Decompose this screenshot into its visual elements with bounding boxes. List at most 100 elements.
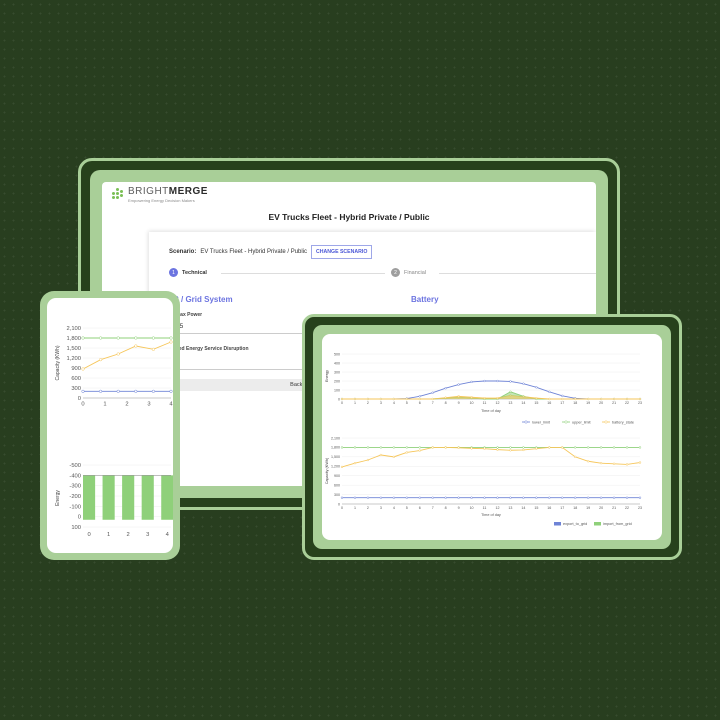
change-scenario-button[interactable]: CHANGE SCENARIO — [311, 245, 373, 259]
data-point — [116, 389, 120, 393]
data-point — [496, 496, 499, 499]
x-tick-label: 8 — [445, 506, 447, 510]
data-point — [431, 446, 434, 449]
data-point — [509, 380, 512, 383]
y-tick-label: 400 — [334, 361, 340, 365]
data-point — [574, 446, 577, 449]
data-point — [612, 397, 616, 401]
y-axis-label: Energy — [55, 490, 61, 506]
data-point — [151, 389, 155, 393]
x-tick-label: 7 — [432, 506, 434, 510]
data-point — [574, 455, 577, 459]
y-tick-label: 500 — [334, 352, 340, 356]
data-point — [379, 453, 383, 457]
data-point — [418, 397, 421, 401]
bar — [102, 475, 115, 520]
step-technical[interactable]: 1 Technical — [169, 268, 207, 277]
x-tick-label: 10 — [470, 401, 474, 405]
x-tick-label: 3 — [380, 506, 382, 510]
battery-heading: Battery — [411, 295, 439, 304]
x-tick-label: 6 — [419, 506, 421, 510]
phone-screen: 0 300 600 900 1,200 1,500 1,800 2,100 0 1 2 3 4 Capac… — [47, 298, 173, 553]
y-tick-label: 300 — [71, 386, 81, 392]
data-point — [392, 496, 395, 499]
data-point — [561, 394, 564, 397]
data-point — [561, 446, 564, 449]
x-tick-label: 16 — [547, 506, 551, 510]
data-point — [599, 446, 603, 449]
x-tick-label: 19 — [586, 506, 590, 510]
phone-charts: 0 300 600 900 1,200 1,500 1,800 2,100 0 1 2 3 4 Capac… — [55, 326, 173, 538]
data-point — [379, 397, 383, 401]
x-tick-label: 22 — [625, 401, 629, 405]
x-tick-label: 3 — [147, 401, 150, 407]
x-tick-label: 9 — [458, 506, 460, 510]
data-point — [599, 461, 603, 465]
x-tick-label: 5 — [406, 506, 408, 510]
data-point — [418, 395, 421, 398]
data-point — [638, 461, 642, 464]
y-tick-label: 100 — [71, 525, 81, 531]
data-point — [134, 344, 138, 348]
data-point — [81, 389, 85, 393]
legend-swatch — [594, 522, 601, 526]
x-axis-label: Time of day — [481, 409, 501, 413]
data-point — [522, 496, 525, 499]
x-tick-label: 11 — [483, 401, 487, 405]
data-point — [522, 448, 525, 452]
data-point — [392, 455, 395, 459]
scenario-value: EV Trucks Fleet - Hybrid Private / Publi… — [200, 249, 308, 255]
legend-label: export_to_grid — [563, 522, 587, 526]
x-tick-label: 21 — [612, 506, 616, 510]
data-point — [509, 446, 512, 449]
y-tick-label: 2,100 — [331, 436, 340, 440]
data-point — [366, 496, 370, 499]
x-tick-label: 10 — [470, 506, 474, 510]
data-point — [340, 496, 344, 499]
data-point — [625, 397, 629, 401]
energy-disruption-label: sed Energy Service Disruption — [176, 346, 249, 352]
page-title: EV Trucks Fleet - Hybrid Private / Publi… — [268, 212, 430, 222]
y-tick-label: 0 — [338, 397, 340, 401]
data-point — [134, 389, 138, 393]
x-tick-label: 17 — [560, 401, 564, 405]
scenario-label: Scenario: — [169, 249, 197, 255]
x-tick-label: 15 — [534, 506, 538, 510]
data-point — [431, 496, 434, 499]
data-point — [366, 458, 370, 462]
x-tick-label: 17 — [560, 506, 564, 510]
y-axis-label: Capacity (KWh) — [55, 345, 61, 380]
brightmerge-logo-mark — [112, 188, 124, 200]
data-point — [379, 496, 383, 499]
y-tick-label: -500 — [69, 463, 81, 469]
y-tick-label: 600 — [71, 376, 81, 382]
x-tick-label: 6 — [419, 401, 421, 405]
data-point — [638, 496, 642, 499]
x-tick-label: 23 — [638, 506, 642, 510]
legend-marker — [524, 420, 528, 424]
data-point — [470, 447, 473, 450]
series-area — [342, 395, 640, 399]
legend-label: battery_state — [612, 421, 634, 425]
data-point — [151, 336, 155, 340]
step-connector — [439, 273, 596, 274]
data-point — [574, 496, 577, 499]
step-label: Financial — [404, 269, 427, 276]
x-tick-label: 12 — [495, 506, 499, 510]
x-tick-label: 20 — [599, 506, 603, 510]
data-point — [496, 379, 499, 383]
data-point — [405, 397, 408, 401]
step-number: 2 — [391, 268, 400, 277]
x-tick-label: 13 — [508, 401, 512, 405]
data-point — [587, 397, 590, 401]
x-tick-label: 4 — [169, 401, 173, 407]
x-tick-label: 2 — [127, 532, 130, 538]
y-tick-label: 200 — [334, 379, 340, 383]
x-tick-label: 5 — [406, 401, 408, 405]
y-tick-label: 1,200 — [66, 356, 81, 362]
legend-label: upper_limit — [572, 421, 592, 425]
logo-wordmark: BRIGHTMERGE — [128, 186, 208, 197]
x-tick-label: 7 — [432, 401, 434, 405]
x-tick-label: 14 — [521, 401, 525, 405]
step-financial[interactable]: 2 Financial — [391, 268, 426, 277]
